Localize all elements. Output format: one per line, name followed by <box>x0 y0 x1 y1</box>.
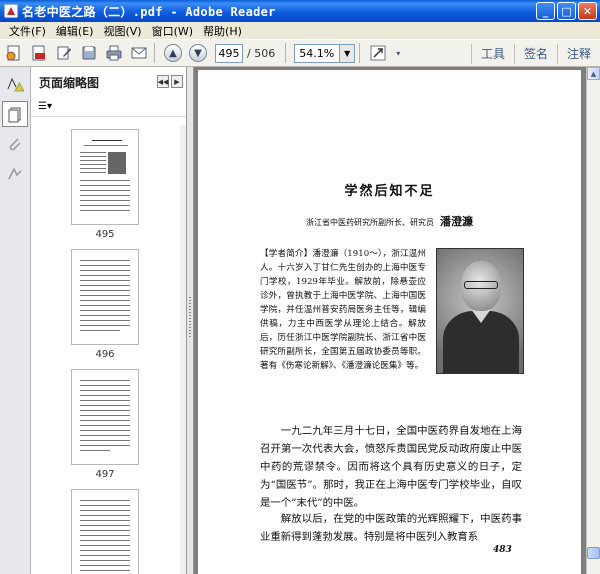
thumbnail-list: 495 496 497 <box>31 125 181 574</box>
pdf-file-icon[interactable] <box>28 42 50 64</box>
toolbar-separator <box>154 43 155 63</box>
author-byline: 浙江省中医药研究所副所长、研究员 潘澄濂 <box>198 213 581 229</box>
document-view[interactable]: 学然后知不足 浙江省中医药研究所副所长、研究员 潘澄濂 【学者简介】潘澄濂（191… <box>194 67 586 574</box>
title-bar: 名老中医之路（二）.pdf - Adobe Reader _ □ ✕ <box>0 0 600 22</box>
thumbnail-scrollbar[interactable] <box>180 125 186 574</box>
pdf-page: 学然后知不足 浙江省中医药研究所副所长、研究员 潘澄濂 【学者简介】潘澄濂（191… <box>198 70 581 574</box>
previous-page-button[interactable]: ▲ <box>162 42 184 64</box>
thumbnail-page[interactable] <box>71 489 139 574</box>
create-pdf-icon[interactable] <box>3 42 25 64</box>
menu-bar: 文件(F) 编辑(E) 视图(V) 窗口(W) 帮助(H) <box>0 22 600 39</box>
page-thumbnails-icon[interactable] <box>2 101 28 127</box>
panel-title: 页面缩略图 <box>39 75 100 90</box>
menu-window[interactable]: 窗口(W) <box>147 23 198 39</box>
chevron-down-icon[interactable]: ▾ <box>392 42 404 64</box>
arrow-down-icon: ▼ <box>189 44 207 62</box>
print-icon[interactable] <box>103 42 125 64</box>
save-icon[interactable] <box>78 42 100 64</box>
thumbnail-options-button[interactable]: ☰▾ <box>31 97 186 117</box>
author-bio: 【学者简介】潘澄濂（1910～），浙江温州人。十六岁入丁甘仁先生创办的上海中医专… <box>260 249 426 371</box>
options-icon: ☰▾ <box>38 101 52 112</box>
toolbar-separator <box>285 43 287 63</box>
arrow-up-icon: ▲ <box>164 44 182 62</box>
warning-signature-icon[interactable] <box>2 71 28 97</box>
thumbnail-page[interactable] <box>71 369 139 465</box>
author-affiliation: 浙江省中医药研究所副所长、研究员 <box>306 218 434 227</box>
thumbnail-label: 496 <box>95 349 115 360</box>
vertical-scrollbar[interactable]: ▲ <box>586 67 600 574</box>
signatures-icon[interactable] <box>2 161 28 187</box>
splitter-grip-icon[interactable] <box>189 297 191 337</box>
body-paragraph: 一九二九年三月十七日，全国中医药界自发地在上海召开第一次代表大会，愤怒斥责国民党… <box>260 425 522 509</box>
menu-help[interactable]: 帮助(H) <box>198 23 247 39</box>
toolbar-separator <box>359 43 361 63</box>
email-icon[interactable] <box>128 42 150 64</box>
tools-button[interactable]: 工具 <box>470 44 514 64</box>
edit-icon[interactable] <box>53 42 75 64</box>
page-number-input[interactable] <box>215 43 243 63</box>
toolbar: ▲ ▼ / 506 ▼ ▾ 工具 签名 注释 <box>0 39 600 67</box>
zoom-input[interactable] <box>294 43 341 63</box>
menu-file[interactable]: 文件(F) <box>4 23 51 39</box>
page-total: / 506 <box>247 46 276 60</box>
author-portrait <box>436 248 524 374</box>
close-button[interactable]: ✕ <box>578 2 597 20</box>
scroll-thumb[interactable] <box>587 547 600 559</box>
article-title: 学然后知不足 <box>344 184 435 199</box>
window-title: 名老中医之路（二）.pdf - Adobe Reader <box>22 4 276 19</box>
thumbnail-label: 495 <box>95 229 115 240</box>
page-thumbnails-panel: 页面缩略图 ◀◀ ▶ ☰▾ 495 496 497 <box>31 67 187 574</box>
panel-splitter[interactable] <box>187 67 194 574</box>
navigation-rail <box>0 67 31 574</box>
page-number: 483 <box>493 545 512 555</box>
menu-view[interactable]: 视图(V) <box>98 23 146 39</box>
thumbnail-page[interactable] <box>71 249 139 345</box>
scroll-up-icon[interactable]: ▲ <box>587 67 600 80</box>
next-page-button[interactable]: ▼ <box>187 42 209 64</box>
fit-page-icon[interactable] <box>367 42 389 64</box>
menu-edit[interactable]: 编辑(E) <box>51 23 99 39</box>
sign-button[interactable]: 签名 <box>513 44 557 64</box>
maximize-button[interactable]: □ <box>557 2 576 20</box>
collapse-panel-icon[interactable]: ◀◀ <box>157 75 169 88</box>
thumbnail-page[interactable] <box>71 129 139 225</box>
adobe-reader-icon <box>4 4 18 18</box>
attachment-icon[interactable] <box>2 131 28 157</box>
zoom-dropdown-icon[interactable]: ▼ <box>340 43 356 63</box>
panel-menu-icon[interactable]: ▶ <box>171 75 183 88</box>
thumbnail-label: 497 <box>95 469 115 480</box>
body-paragraph: 解放以后，在党的中医政策的光辉照耀下，中医药事业重新得到蓬勃发展。特别是将中医列… <box>260 513 522 543</box>
comment-button[interactable]: 注释 <box>556 44 600 64</box>
minimize-button[interactable]: _ <box>536 2 555 20</box>
author-name: 潘澄濂 <box>440 215 473 228</box>
